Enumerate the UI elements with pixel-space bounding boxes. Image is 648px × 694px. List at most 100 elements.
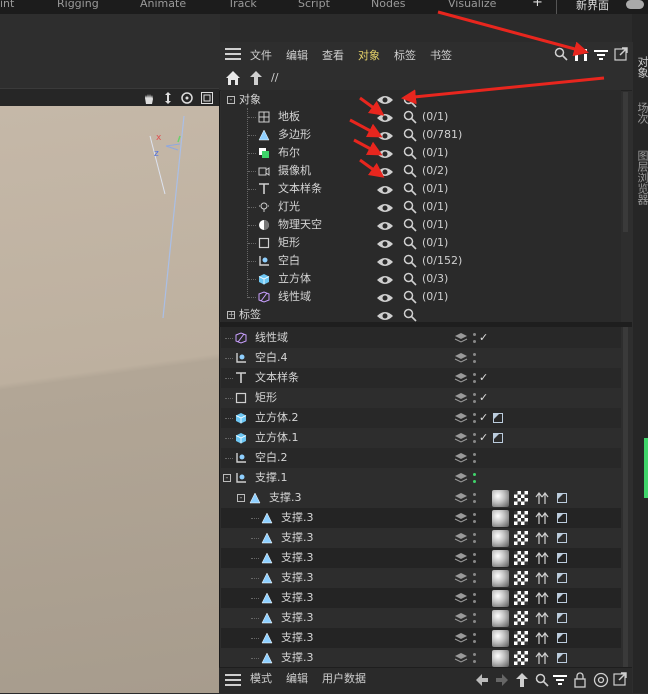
vtab-takes[interactable]: 场次 [634,102,648,124]
collapse-toggle[interactable]: - [237,494,245,502]
layer-icon[interactable] [454,412,468,424]
eye-icon[interactable] [376,130,394,142]
menu-tag[interactable]: 标签 [394,47,416,63]
editor-visibility-dot[interactable] [473,433,476,436]
table-row[interactable]: 空白.2 [221,448,621,468]
tag-icon[interactable] [557,553,567,563]
checker-texture-tag-icon[interactable] [514,531,528,545]
search-icon[interactable] [403,110,417,124]
editor-visibility-dot[interactable] [473,513,476,516]
render-visibility-dot[interactable] [473,420,476,423]
search-icon[interactable] [403,254,417,268]
material-tag-icon[interactable] [492,530,509,547]
layer-icon[interactable] [454,492,468,504]
back-arrow-icon[interactable] [475,673,489,687]
up-arrow-icon[interactable] [249,70,263,86]
up-arrows-tag-icon[interactable] [535,651,549,665]
layer-icon[interactable] [454,592,468,604]
enable-checkmark[interactable]: ✓ [479,388,488,408]
search-icon[interactable] [554,47,568,61]
checker-texture-tag-icon[interactable] [514,631,528,645]
collapse-toggle[interactable]: - [223,474,231,482]
material-tag-icon[interactable] [492,610,509,627]
editor-visibility-dot[interactable] [473,633,476,636]
table-row[interactable]: 矩形 ✓ [221,388,621,408]
enable-checkmark[interactable]: ✓ [479,428,488,448]
layer-icon[interactable] [454,532,468,544]
search-icon[interactable] [403,236,417,250]
render-visibility-dot[interactable] [473,540,476,543]
tag-icon[interactable] [493,413,503,423]
eye-icon[interactable] [376,202,394,214]
render-visibility-dot[interactable] [473,560,476,563]
render-visibility-dot[interactable] [473,620,476,623]
up-arrows-tag-icon[interactable] [535,631,549,645]
forward-arrow-icon[interactable] [495,673,509,687]
search-icon[interactable] [403,218,417,232]
checker-texture-tag-icon[interactable] [514,491,528,505]
menu-bookmark[interactable]: 书签 [430,47,452,63]
eye-icon[interactable] [376,112,394,124]
table-row[interactable]: 支撑.3 [221,568,621,588]
search-icon[interactable] [403,308,417,322]
editor-visibility-dot[interactable] [473,553,476,556]
editor-visibility-dot[interactable] [473,373,476,376]
material-tag-icon[interactable] [492,630,509,647]
eye-icon[interactable] [376,94,394,106]
layer-icon[interactable] [454,372,468,384]
list-scrollbar[interactable] [623,327,628,667]
eye-icon[interactable] [376,310,394,322]
editor-visibility-dot[interactable] [473,613,476,616]
layer-icon[interactable] [454,512,468,524]
filter-icon[interactable] [594,48,608,62]
up-arrows-tag-icon[interactable] [535,551,549,565]
table-row[interactable]: 支撑.3 [221,508,621,528]
render-visibility-dot[interactable] [473,580,476,583]
eye-icon[interactable] [376,184,394,196]
layer-icon[interactable] [454,572,468,584]
menu-mode[interactable]: 模式 [250,670,272,686]
editor-visibility-dot[interactable] [473,593,476,596]
layer-icon[interactable] [454,332,468,344]
tag-icon[interactable] [557,573,567,583]
editor-visibility-dot[interactable] [473,333,476,336]
tag-icon[interactable] [557,593,567,603]
checker-texture-tag-icon[interactable] [514,551,528,565]
tab-animate[interactable]: Animate [140,0,186,10]
search-icon[interactable] [403,94,417,108]
render-visibility-dot[interactable] [473,600,476,603]
hamburger-menu-icon[interactable] [225,48,241,60]
checker-texture-tag-icon[interactable] [514,591,528,605]
pan-hand-icon[interactable] [142,91,156,105]
table-row[interactable]: 支撑.3 [221,608,621,628]
up-arrows-tag-icon[interactable] [535,591,549,605]
rotate-view-icon[interactable] [180,91,194,105]
layer-icon[interactable] [454,652,468,664]
material-tag-icon[interactable] [492,590,509,607]
vtab-objects[interactable]: 对象 [634,56,648,78]
target-icon[interactable] [593,672,609,688]
layer-icon[interactable] [454,632,468,644]
render-visibility-dot[interactable] [473,440,476,443]
table-row[interactable]: 支撑.3 [221,588,621,608]
search-icon[interactable] [403,128,417,142]
render-visibility-dot[interactable] [473,480,476,483]
hamburger-menu-icon[interactable] [225,674,241,686]
layer-icon[interactable] [454,552,468,564]
material-tag-icon[interactable] [492,650,509,667]
lock-icon[interactable] [573,672,587,688]
search-icon[interactable] [403,146,417,160]
menu-edit[interactable]: 编辑 [286,47,308,63]
editor-visibility-dot[interactable] [473,393,476,396]
collapse-toggle[interactable]: - [227,96,235,104]
tag-icon[interactable] [557,493,567,503]
layer-icon[interactable] [454,432,468,444]
layer-icon[interactable] [454,352,468,364]
table-row[interactable]: 线性域 ✓ [221,328,621,348]
checker-texture-tag-icon[interactable] [514,651,528,665]
enable-checkmark[interactable]: ✓ [479,368,488,388]
enable-checkmark[interactable]: ✓ [479,408,488,428]
search-icon[interactable] [403,182,417,196]
eye-icon[interactable] [376,238,394,250]
vtab-layer-browser[interactable]: 图层浏览器 [634,150,648,205]
